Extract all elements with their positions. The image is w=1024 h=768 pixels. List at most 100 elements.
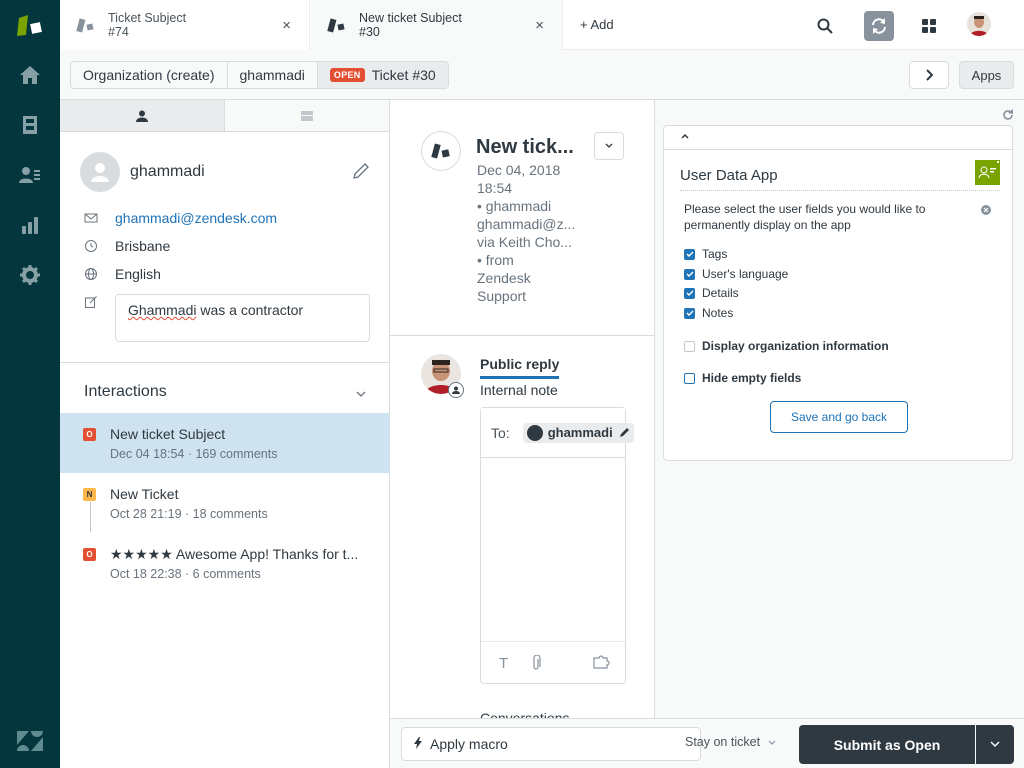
collapse-app-button[interactable] [681, 128, 689, 142]
breadcrumb: Organization (create) ghammadi OPEN Tick… [70, 61, 449, 89]
text-format-icon[interactable]: T [499, 655, 508, 672]
app-description: Please select the user fields you would … [684, 202, 926, 232]
meta-line: Support [477, 288, 527, 304]
tab-user[interactable] [60, 100, 224, 131]
apps-panel: User Data App Please select the user fie… [655, 100, 1024, 718]
ticket-icon [76, 18, 94, 33]
tab-number: #74 [108, 25, 129, 39]
interaction-title: New ticket Subject [110, 426, 226, 442]
field-checkbox-tags[interactable]: Tags [684, 247, 727, 261]
tab-organization[interactable] [224, 100, 389, 131]
customer-list-icon [19, 167, 40, 183]
collapse-interactions-button[interactable] [356, 385, 366, 401]
user-notes-field[interactable]: Ghammadi was a contractor [115, 294, 370, 342]
field-checkbox-details[interactable]: Details [684, 286, 739, 300]
product-tray-button[interactable] [914, 11, 944, 41]
apps-button[interactable]: Apps [959, 61, 1014, 89]
interaction-title: ★★★★★ Awesome App! Thanks for t... [110, 546, 359, 562]
tab-number: #30 [359, 25, 380, 39]
checkbox-checked[interactable] [684, 307, 695, 319]
checkbox-checked[interactable] [684, 287, 695, 299]
interaction-meta: Oct 18 22:38 · 6 comments [110, 567, 261, 581]
close-tab-icon[interactable]: × [282, 17, 291, 34]
save-and-go-back-button[interactable]: Save and go back [770, 401, 908, 433]
checkbox-checked[interactable] [684, 248, 695, 260]
user-email-link[interactable]: ghammadi@zendesk.com [115, 210, 277, 226]
field-checkbox-language[interactable]: User's language [684, 267, 788, 281]
user-avatar-placeholder [80, 152, 120, 192]
checkbox-label: Details [702, 286, 739, 300]
hide-empty-fields-checkbox[interactable]: Hide empty fields [684, 371, 801, 385]
ticket-conversation: New tick... Dec 04, 2018 18:54 • ghammad… [390, 100, 655, 718]
nav-views[interactable] [18, 113, 42, 137]
close-tab-icon[interactable]: × [535, 17, 544, 34]
field-checkbox-notes[interactable]: Notes [684, 306, 733, 320]
chevron-down-icon [990, 741, 1000, 747]
to-field[interactable]: To: ghammadi [481, 408, 634, 458]
email-icon [84, 213, 98, 223]
attachment-icon[interactable] [531, 654, 541, 674]
nav-reporting[interactable] [18, 213, 42, 237]
interaction-item[interactable]: N New Ticket Oct 28 21:19 · 18 comments [60, 473, 390, 533]
reply-textarea[interactable] [481, 458, 625, 641]
next-ticket-button[interactable] [909, 61, 949, 89]
stay-on-ticket-dropdown[interactable]: Stay on ticket [685, 735, 776, 749]
ticket-options-dropdown[interactable] [594, 132, 624, 160]
lightning-icon [414, 736, 422, 752]
app-title: User Data App [680, 167, 778, 184]
ticket-footer: Apply macro Stay on ticket Submit as Ope… [390, 718, 1024, 768]
search-icon [817, 18, 833, 34]
checkbox-label: Display organization information [702, 339, 889, 353]
checkbox-unchecked[interactable] [684, 372, 695, 384]
divider [680, 190, 1000, 191]
dismiss-button[interactable] [981, 202, 991, 218]
zendesk-support-logo-icon[interactable] [16, 12, 44, 38]
breadcrumb-user[interactable]: ghammadi [228, 62, 318, 88]
checkbox-checked[interactable] [684, 268, 695, 280]
tab-internal-note[interactable]: Internal note [480, 382, 558, 398]
divider [60, 362, 390, 363]
nav-admin[interactable] [18, 263, 42, 287]
reload-apps-button[interactable] [1002, 108, 1014, 124]
interaction-item[interactable]: O ★★★★★ Awesome App! Thanks for t... Oct… [60, 533, 390, 593]
breadcrumb-ticket[interactable]: OPEN Ticket #30 [317, 62, 448, 88]
to-label: To: [491, 424, 510, 441]
user-avatar[interactable] [967, 12, 991, 36]
organization-icon [301, 110, 313, 121]
add-tab-button[interactable]: + Add [580, 17, 614, 32]
checkbox-label: Tags [702, 247, 728, 261]
interaction-item[interactable]: O New ticket Subject Dec 04 18:54 · 169 … [60, 413, 390, 473]
tab-ticket-30[interactable]: New ticket Subject #30 × [311, 0, 563, 50]
user-data-app-card: User Data App Please select the user fie… [663, 125, 1013, 461]
checkbox-unchecked[interactable] [684, 340, 695, 352]
submit-options-dropdown[interactable] [976, 725, 1014, 764]
recipient-chip[interactable]: ghammadi [522, 422, 634, 443]
apply-macro-button[interactable]: Apply macro [401, 727, 701, 761]
breadcrumb-organization[interactable]: Organization (create) [71, 62, 228, 88]
product-nav [0, 0, 60, 768]
chevron-up-icon [681, 133, 689, 139]
tab-public-reply[interactable]: Public reply [480, 356, 560, 379]
edit-user-button[interactable] [352, 162, 370, 183]
apps-puzzle-icon[interactable] [593, 655, 611, 672]
editor-toolbar: T [481, 641, 625, 683]
nav-home[interactable] [18, 63, 42, 87]
search-button[interactable] [810, 11, 840, 41]
breadcrumb-ticket-label: Ticket #30 [371, 67, 436, 83]
chevron-right-icon [926, 69, 933, 81]
status-badge: OPEN [329, 68, 365, 82]
nav-customers[interactable] [18, 163, 42, 187]
context-panel-tabs [60, 100, 389, 132]
gear-icon [20, 265, 40, 285]
bar-chart-icon [22, 217, 38, 234]
conversations-sync-button[interactable] [864, 11, 894, 41]
ticket-title: New tick... [476, 136, 574, 158]
submit-button[interactable]: Submit as Open [799, 725, 975, 764]
refresh-icon [1003, 109, 1013, 120]
interaction-meta: Dec 04 18:54 · 169 comments [110, 447, 278, 461]
tab-ticket-74[interactable]: Ticket Subject #74 × [60, 0, 310, 50]
meta-line: via Keith Cho... [477, 234, 572, 250]
recipient-avatar [526, 424, 543, 441]
tab-title: Ticket Subject [108, 11, 187, 25]
display-organization-checkbox[interactable]: Display organization information [684, 339, 889, 353]
